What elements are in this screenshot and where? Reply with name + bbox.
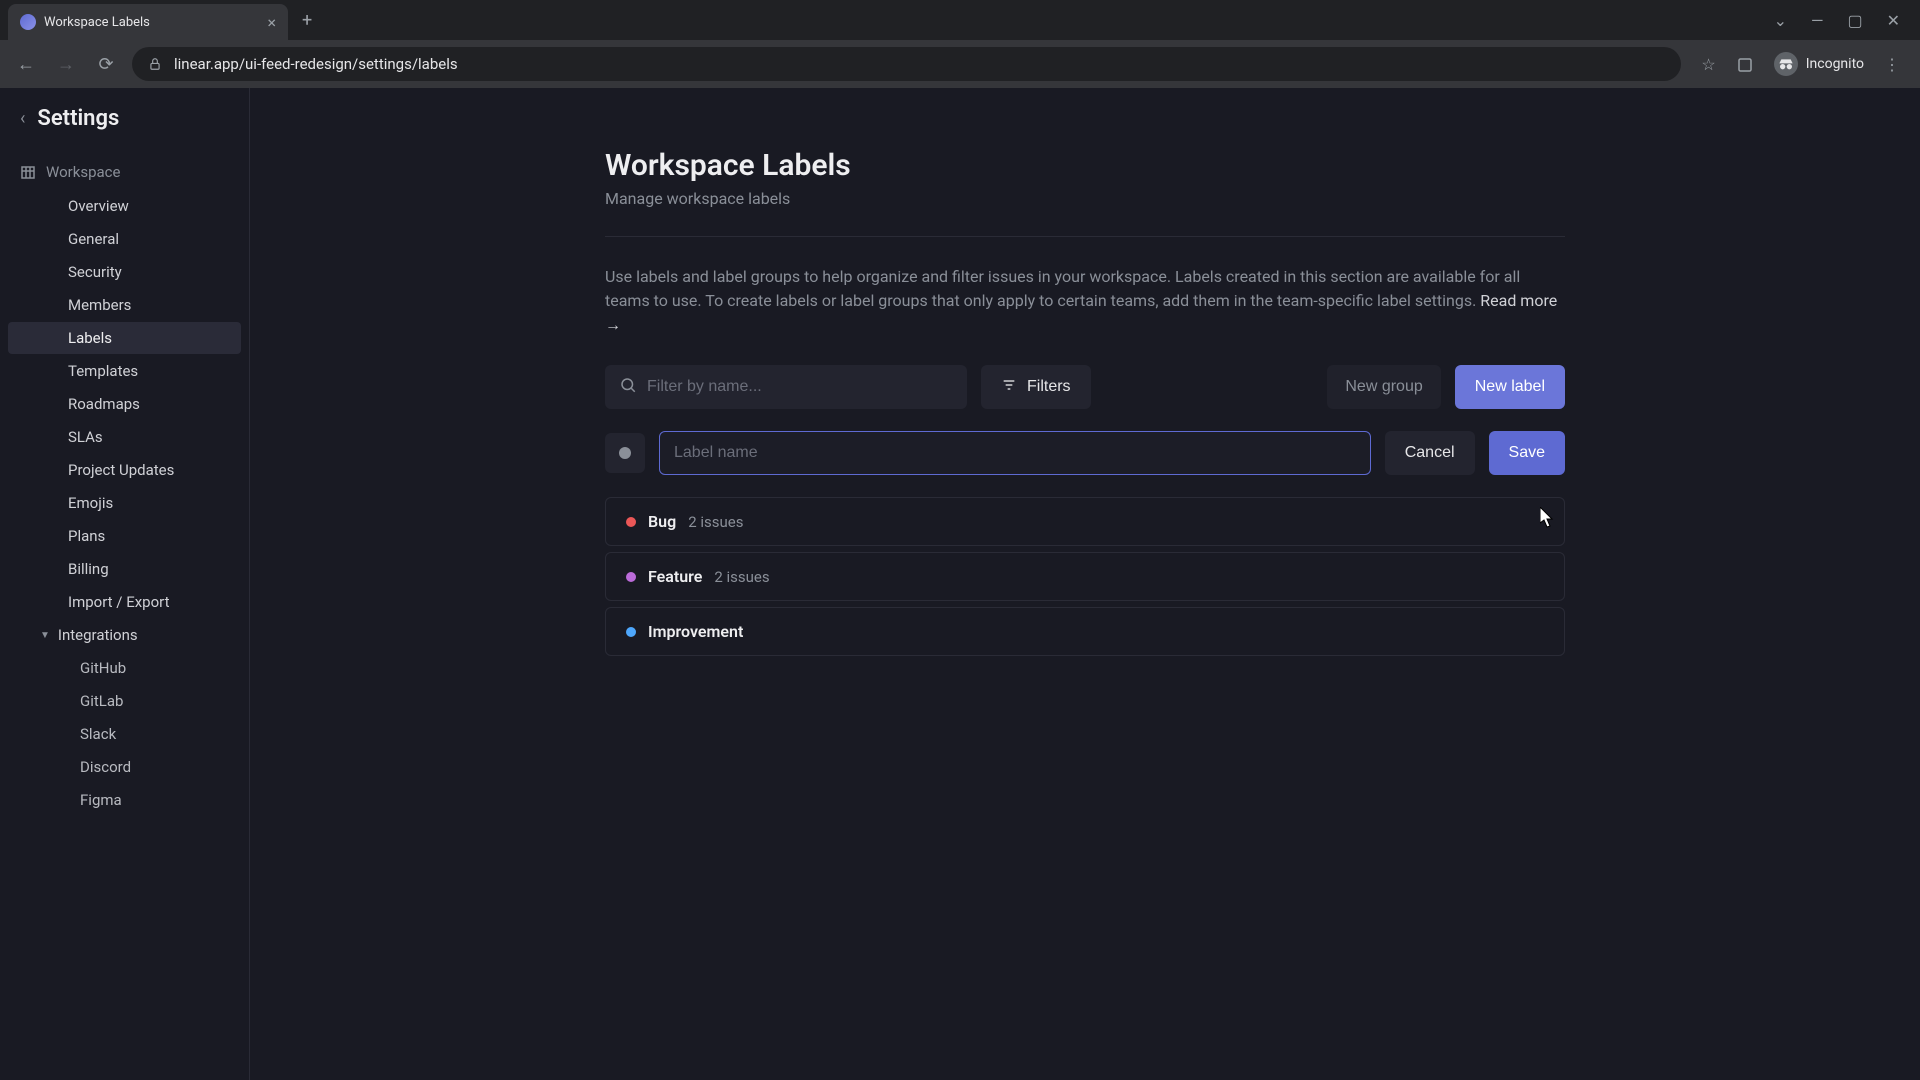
filters-label: Filters	[1027, 378, 1071, 396]
label-row-bug[interactable]: Bug 2 issues	[605, 497, 1565, 546]
new-group-button[interactable]: New group	[1327, 365, 1440, 409]
integration-item-gitlab[interactable]: GitLab	[8, 685, 241, 717]
integrations-label: Integrations	[58, 626, 138, 644]
url-text: linear.app/ui-feed-redesign/settings/lab…	[174, 55, 458, 73]
workspace-icon	[20, 164, 36, 180]
label-name: Feature	[648, 567, 702, 586]
forward-button[interactable]: →	[52, 54, 80, 75]
settings-sidebar: ‹ Settings Workspace OverviewGeneralSecu…	[0, 88, 250, 1080]
filter-input[interactable]	[647, 378, 953, 396]
incognito-chip[interactable]: Incognito	[1774, 52, 1864, 76]
filter-search-wrap[interactable]	[605, 365, 967, 409]
sidebar-item-emojis[interactable]: Emojis	[8, 487, 241, 519]
tab-favicon-icon	[20, 14, 36, 30]
settings-title: Settings	[37, 106, 119, 131]
label-row-improvement[interactable]: Improvement	[605, 607, 1565, 656]
caret-down-icon: ▼	[40, 630, 50, 641]
sidebar-item-overview[interactable]: Overview	[8, 190, 241, 222]
label-row-feature[interactable]: Feature 2 issues	[605, 552, 1565, 601]
filter-icon	[1001, 377, 1017, 398]
sidebar-item-templates[interactable]: Templates	[8, 355, 241, 387]
sidebar-item-import-export[interactable]: Import / Export	[8, 586, 241, 618]
color-picker-button[interactable]	[605, 433, 645, 473]
new-label-button[interactable]: New label	[1455, 365, 1565, 409]
tab-title: Workspace Labels	[44, 15, 259, 30]
tab-bar: Workspace Labels × + ⌄ — ▢ ✕	[0, 0, 1920, 40]
new-label-form: Cancel Save	[605, 431, 1565, 475]
toolbar: Filters New group New label	[605, 365, 1565, 409]
sidebar-item-plans[interactable]: Plans	[8, 520, 241, 552]
sidebar-item-general[interactable]: General	[8, 223, 241, 255]
new-tab-button[interactable]: +	[302, 10, 312, 31]
close-tab-icon[interactable]: ×	[267, 13, 276, 32]
close-window-icon[interactable]: ✕	[1887, 11, 1900, 30]
cancel-button[interactable]: Cancel	[1385, 431, 1475, 475]
integrations-toggle[interactable]: ▼ Integrations	[0, 619, 249, 651]
sidebar-item-members[interactable]: Members	[8, 289, 241, 321]
filters-button[interactable]: Filters	[981, 365, 1091, 409]
sidebar-item-project-updates[interactable]: Project Updates	[8, 454, 241, 486]
label-name: Bug	[648, 512, 676, 531]
browser-chrome: Workspace Labels × + ⌄ — ▢ ✕ ← → ⟳ linea…	[0, 0, 1920, 88]
label-list: Bug 2 issues Feature 2 issues Improvement	[605, 497, 1565, 656]
bookmark-icon[interactable]: ☆	[1701, 55, 1715, 74]
label-name: Improvement	[648, 622, 743, 641]
color-dot-icon	[619, 447, 631, 459]
page-title: Workspace Labels	[605, 148, 1565, 183]
label-name-input[interactable]	[659, 431, 1371, 475]
app-body: ‹ Settings Workspace OverviewGeneralSecu…	[0, 88, 1920, 1080]
label-color-dot	[626, 517, 636, 527]
workspace-group-header[interactable]: Workspace	[0, 155, 249, 189]
label-color-dot	[626, 627, 636, 637]
reload-button[interactable]: ⟳	[92, 54, 120, 75]
workspace-group-label: Workspace	[46, 163, 120, 181]
extensions-icon[interactable]	[1736, 54, 1754, 74]
integration-item-slack[interactable]: Slack	[8, 718, 241, 750]
url-actions: ☆ Incognito ⋮	[1693, 52, 1908, 76]
search-icon	[619, 376, 637, 398]
back-button[interactable]: ←	[12, 54, 40, 75]
chevron-down-icon[interactable]: ⌄	[1774, 11, 1787, 30]
maximize-icon[interactable]: ▢	[1847, 11, 1862, 30]
description-text: Use labels and label groups to help orga…	[605, 265, 1565, 337]
browser-tab[interactable]: Workspace Labels ×	[8, 4, 288, 40]
window-controls: ⌄ — ▢ ✕	[1774, 11, 1920, 30]
save-button[interactable]: Save	[1489, 431, 1565, 475]
integration-item-discord[interactable]: Discord	[8, 751, 241, 783]
sidebar-item-billing[interactable]: Billing	[8, 553, 241, 585]
label-color-dot	[626, 572, 636, 582]
sidebar-header: ‹ Settings	[0, 106, 249, 155]
label-issue-count: 2 issues	[714, 568, 769, 586]
description-body: Use labels and label groups to help orga…	[605, 267, 1520, 310]
divider	[605, 236, 1565, 237]
minimize-icon[interactable]: —	[1811, 11, 1824, 30]
back-icon[interactable]: ‹	[20, 108, 25, 129]
integration-item-github[interactable]: GitHub	[8, 652, 241, 684]
main-content: Workspace Labels Manage workspace labels…	[250, 88, 1920, 1080]
incognito-label: Incognito	[1806, 56, 1864, 72]
url-bar: ← → ⟳ linear.app/ui-feed-redesign/settin…	[0, 40, 1920, 88]
sidebar-item-roadmaps[interactable]: Roadmaps	[8, 388, 241, 420]
page-subtitle: Manage workspace labels	[605, 189, 1565, 208]
incognito-icon	[1774, 52, 1798, 76]
lock-icon	[148, 56, 162, 72]
sidebar-item-labels[interactable]: Labels	[8, 322, 241, 354]
integration-item-figma[interactable]: Figma	[8, 784, 241, 816]
label-issue-count: 2 issues	[688, 513, 743, 531]
kebab-menu-icon[interactable]: ⋮	[1884, 55, 1900, 74]
sidebar-item-slas[interactable]: SLAs	[8, 421, 241, 453]
address-bar[interactable]: linear.app/ui-feed-redesign/settings/lab…	[132, 47, 1681, 81]
sidebar-item-security[interactable]: Security	[8, 256, 241, 288]
